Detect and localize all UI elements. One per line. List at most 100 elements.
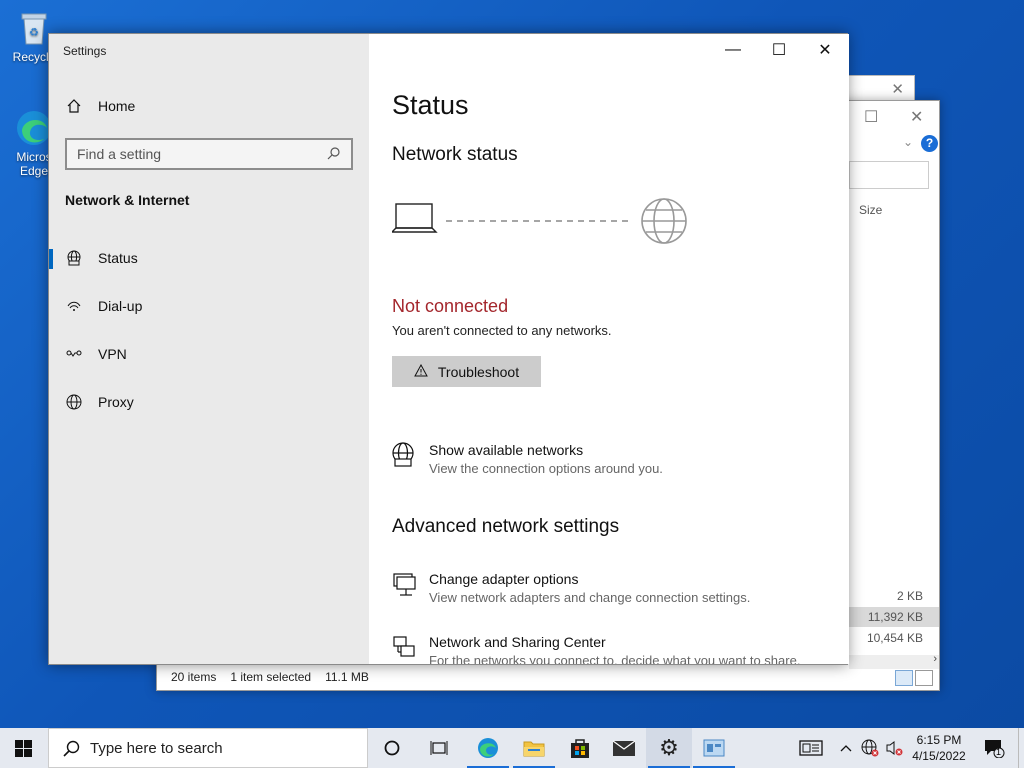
nav-dialup-label: Dial-up — [98, 298, 143, 314]
show-hidden-icons-button[interactable] — [834, 728, 858, 768]
back-close-icon[interactable]: ✕ — [891, 80, 904, 98]
show-desktop-button[interactable] — [1018, 728, 1024, 768]
proxy-globe-icon — [65, 393, 83, 411]
taskbar-search-placeholder: Type here to search — [90, 739, 223, 757]
home-icon — [65, 97, 83, 115]
edge-icon — [478, 738, 498, 758]
troubleshoot-button[interactable]: Troubleshoot — [392, 356, 541, 387]
network-disconnected-icon — [861, 739, 879, 757]
nav-proxy[interactable]: Proxy — [49, 382, 369, 422]
large-icons-view-icon[interactable] — [915, 670, 933, 686]
explorer-status-bar: 20 items 1 item selected 11.1 MB — [157, 664, 939, 690]
search-placeholder: Find a setting — [77, 146, 162, 162]
close-button[interactable]: ✕ — [802, 34, 848, 66]
network-globe-icon — [392, 442, 418, 470]
nav-vpn[interactable]: VPN — [49, 334, 369, 374]
store-bag-icon — [571, 739, 589, 758]
notification-count: 1 — [996, 747, 1002, 757]
taskbar-clock[interactable]: 6:15 PM 4/15/2022 — [906, 732, 972, 764]
selection-size: 11.1 MB — [325, 670, 369, 684]
details-view-icon[interactable] — [895, 670, 913, 686]
ribbon-expand-icon[interactable]: ⌄ — [903, 135, 913, 149]
network-tray-button[interactable] — [858, 728, 882, 768]
control-panel-icon — [703, 739, 725, 757]
dialup-icon — [65, 297, 83, 315]
explorer-maximize-icon[interactable]: ☐ — [864, 107, 878, 127]
network-diagram-svg — [390, 198, 687, 244]
taskbar-store-button[interactable] — [557, 728, 603, 768]
nav-vpn-label: VPN — [98, 346, 127, 362]
advanced-settings-heading: Advanced network settings — [392, 516, 620, 537]
cortana-circle-icon — [384, 740, 400, 756]
adapter-icon — [392, 571, 418, 599]
sharing-center-desc: For the networks you connect to, decide … — [429, 653, 801, 664]
network-status-heading: Network status — [392, 144, 518, 165]
help-icon[interactable]: ? — [921, 135, 938, 152]
items-count: 20 items — [171, 670, 217, 684]
nav-dialup[interactable]: Dial-up — [49, 286, 369, 326]
action-center-button[interactable]: 1 — [974, 728, 1014, 768]
windows-logo-icon — [14, 739, 32, 757]
size-cell: 10,454 KB — [866, 631, 923, 645]
taskbar-control-panel-button[interactable] — [691, 728, 737, 768]
status-globe-icon — [65, 249, 83, 267]
show-networks-link[interactable]: Show available networks View the connect… — [392, 442, 663, 476]
taskbar-file-explorer-button[interactable] — [511, 728, 557, 768]
nav-home[interactable]: Home — [49, 86, 369, 126]
nav-status-label: Status — [98, 250, 138, 266]
clock-date: 4/15/2022 — [912, 749, 966, 763]
taskbar: Type here to search ⚙ 6:15 PM 4/15/2022 — [0, 728, 1024, 768]
volume-tray-button[interactable] — [882, 728, 906, 768]
cortana-button[interactable] — [369, 728, 415, 768]
window-title: Settings — [63, 44, 107, 58]
settings-sidebar: Settings Home Find a setting Network & I… — [49, 34, 369, 664]
network-diagram — [390, 198, 692, 253]
selection-info: 1 item selected — [230, 670, 312, 684]
internet-globe-icon — [641, 198, 687, 244]
sharing-center-link[interactable]: Network and Sharing Center For the netwo… — [392, 634, 800, 664]
start-button[interactable] — [0, 728, 46, 768]
show-networks-desc: View the connection options around you. — [429, 461, 663, 476]
volume-muted-icon — [886, 741, 903, 756]
size-cell: 2 KB — [896, 589, 923, 603]
change-adapter-link[interactable]: Change adapter options View network adap… — [392, 571, 750, 605]
mail-icon — [612, 740, 636, 756]
nav-home-label: Home — [98, 98, 136, 114]
change-adapter-title: Change adapter options — [429, 571, 579, 587]
minimize-button[interactable]: — — [710, 34, 756, 66]
laptop-icon — [390, 203, 438, 233]
chevron-up-icon — [840, 745, 852, 752]
size-column-header[interactable]: Size — [859, 203, 882, 217]
change-adapter-desc: View network adapters and change connect… — [429, 590, 751, 605]
gear-icon: ⚙ — [659, 735, 679, 761]
svg-text:♻: ♻ — [29, 26, 39, 39]
maximize-button[interactable]: ☐ — [756, 34, 802, 66]
notification-icon — [985, 740, 1005, 758]
troubleshoot-label: Troubleshoot — [437, 363, 520, 380]
vpn-icon — [65, 345, 83, 363]
taskbar-search-box[interactable]: Type here to search — [48, 728, 368, 768]
section-title: Network & Internet — [65, 192, 190, 208]
explorer-close-icon[interactable]: ✕ — [910, 107, 923, 127]
task-view-icon — [430, 741, 448, 755]
task-view-button[interactable] — [416, 728, 462, 768]
connection-description: You aren't connected to any networks. — [392, 323, 612, 338]
connection-state: Not connected — [392, 296, 509, 316]
sharing-center-title: Network and Sharing Center — [429, 634, 606, 650]
news-icon — [799, 740, 823, 756]
sharing-center-icon — [392, 634, 418, 662]
nav-proxy-label: Proxy — [98, 394, 134, 410]
news-widget-button[interactable] — [788, 728, 834, 768]
taskbar-edge-button[interactable] — [465, 728, 511, 768]
nav-status[interactable]: Status — [49, 238, 369, 278]
warning-icon — [414, 363, 428, 380]
show-networks-title: Show available networks — [429, 442, 584, 458]
clock-time: 6:15 PM — [916, 733, 962, 747]
settings-window[interactable]: Settings Home Find a setting Network & I… — [48, 33, 849, 665]
find-setting-input[interactable]: Find a setting — [65, 138, 353, 170]
search-magnifier-icon — [63, 740, 80, 757]
explorer-search-box[interactable] — [849, 161, 929, 189]
taskbar-mail-button[interactable] — [601, 728, 647, 768]
settings-main-panel: — ☐ ✕ Status Network status Not connecte… — [369, 34, 849, 664]
taskbar-settings-button[interactable]: ⚙ — [646, 728, 692, 768]
